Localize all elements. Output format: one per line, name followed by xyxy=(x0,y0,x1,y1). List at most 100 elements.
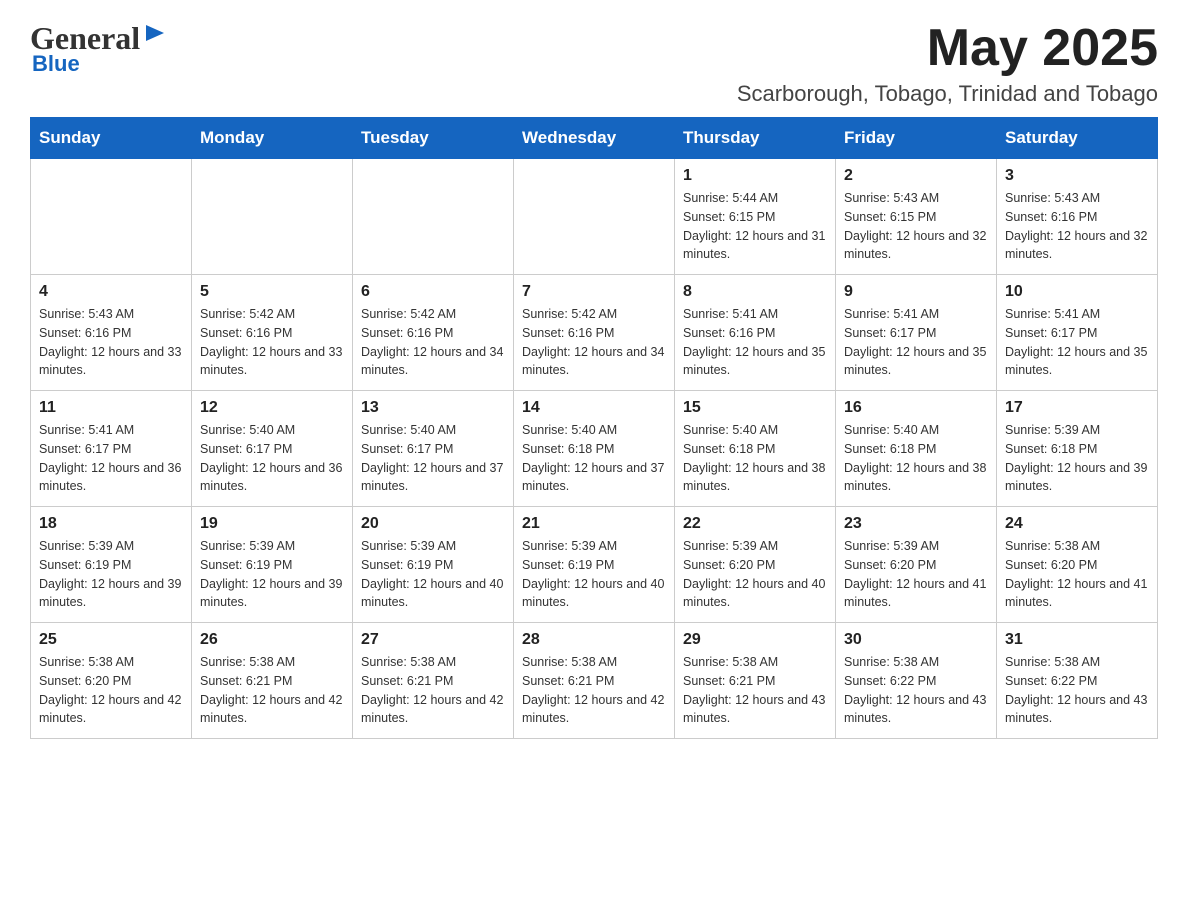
day-number: 30 xyxy=(844,631,988,649)
day-number: 6 xyxy=(361,283,505,301)
day-info: Sunrise: 5:39 AM Sunset: 6:19 PM Dayligh… xyxy=(200,537,344,612)
calendar-cell xyxy=(514,159,675,275)
day-number: 19 xyxy=(200,515,344,533)
day-number: 9 xyxy=(844,283,988,301)
calendar-cell: 16 Sunrise: 5:40 AM Sunset: 6:18 PM Dayli… xyxy=(836,391,997,507)
calendar-header: SundayMondayTuesdayWednesdayThursdayFrid… xyxy=(31,118,1158,159)
day-number: 25 xyxy=(39,631,183,649)
day-info: Sunrise: 5:38 AM Sunset: 6:20 PM Dayligh… xyxy=(39,653,183,728)
day-info: Sunrise: 5:40 AM Sunset: 6:17 PM Dayligh… xyxy=(361,421,505,496)
day-of-week-sunday: Sunday xyxy=(31,118,192,159)
calendar-cell: 1 Sunrise: 5:44 AM Sunset: 6:15 PM Daylig… xyxy=(675,159,836,275)
calendar-cell: 7Sunrise: 5:42 AM Sunset: 6:16 PM Daylig… xyxy=(514,275,675,391)
day-info: Sunrise: 5:38 AM Sunset: 6:21 PM Dayligh… xyxy=(522,653,666,728)
calendar-cell: 15 Sunrise: 5:40 AM Sunset: 6:18 PM Dayli… xyxy=(675,391,836,507)
calendar-week-row: 25 Sunrise: 5:38 AM Sunset: 6:20 PM Dayli… xyxy=(31,623,1158,739)
day-info: Sunrise: 5:43 AM Sunset: 6:16 PM Dayligh… xyxy=(39,305,183,380)
calendar-cell xyxy=(31,159,192,275)
calendar-cell: 9Sunrise: 5:41 AM Sunset: 6:17 PM Daylig… xyxy=(836,275,997,391)
day-number: 16 xyxy=(844,399,988,417)
day-info: Sunrise: 5:38 AM Sunset: 6:22 PM Dayligh… xyxy=(844,653,988,728)
calendar-cell: 29 Sunrise: 5:38 AM Sunset: 6:21 PM Dayli… xyxy=(675,623,836,739)
calendar-cell: 24 Sunrise: 5:38 AM Sunset: 6:20 PM Dayli… xyxy=(997,507,1158,623)
day-info: Sunrise: 5:38 AM Sunset: 6:21 PM Dayligh… xyxy=(683,653,827,728)
day-number: 3 xyxy=(1005,167,1149,185)
day-of-week-wednesday: Wednesday xyxy=(514,118,675,159)
calendar-cell: 23Sunrise: 5:39 AM Sunset: 6:20 PM Dayli… xyxy=(836,507,997,623)
day-info: Sunrise: 5:40 AM Sunset: 6:18 PM Dayligh… xyxy=(683,421,827,496)
logo-flag-icon xyxy=(144,23,166,54)
calendar-cell: 12 Sunrise: 5:40 AM Sunset: 6:17 PM Dayli… xyxy=(192,391,353,507)
day-info: Sunrise: 5:41 AM Sunset: 6:16 PM Dayligh… xyxy=(683,305,827,380)
calendar-cell: 3Sunrise: 5:43 AM Sunset: 6:16 PM Daylig… xyxy=(997,159,1158,275)
calendar-cell: 28 Sunrise: 5:38 AM Sunset: 6:21 PM Dayli… xyxy=(514,623,675,739)
day-info: Sunrise: 5:42 AM Sunset: 6:16 PM Dayligh… xyxy=(200,305,344,380)
day-number: 1 xyxy=(683,167,827,185)
calendar-cell: 21Sunrise: 5:39 AM Sunset: 6:19 PM Dayli… xyxy=(514,507,675,623)
days-of-week-row: SundayMondayTuesdayWednesdayThursdayFrid… xyxy=(31,118,1158,159)
day-info: Sunrise: 5:41 AM Sunset: 6:17 PM Dayligh… xyxy=(1005,305,1149,380)
day-number: 12 xyxy=(200,399,344,417)
calendar-cell: 4Sunrise: 5:43 AM Sunset: 6:16 PM Daylig… xyxy=(31,275,192,391)
calendar-cell: 30 Sunrise: 5:38 AM Sunset: 6:22 PM Dayli… xyxy=(836,623,997,739)
day-info: Sunrise: 5:38 AM Sunset: 6:21 PM Dayligh… xyxy=(200,653,344,728)
day-info: Sunrise: 5:39 AM Sunset: 6:19 PM Dayligh… xyxy=(522,537,666,612)
day-number: 8 xyxy=(683,283,827,301)
day-number: 18 xyxy=(39,515,183,533)
day-number: 27 xyxy=(361,631,505,649)
calendar-body: 1 Sunrise: 5:44 AM Sunset: 6:15 PM Daylig… xyxy=(31,159,1158,739)
day-info: Sunrise: 5:39 AM Sunset: 6:19 PM Dayligh… xyxy=(361,537,505,612)
day-info: Sunrise: 5:44 AM Sunset: 6:15 PM Dayligh… xyxy=(683,189,827,264)
calendar-cell: 6 Sunrise: 5:42 AM Sunset: 6:16 PM Daylig… xyxy=(353,275,514,391)
calendar-week-row: 18 Sunrise: 5:39 AM Sunset: 6:19 PM Dayli… xyxy=(31,507,1158,623)
day-number: 29 xyxy=(683,631,827,649)
day-info: Sunrise: 5:43 AM Sunset: 6:15 PM Dayligh… xyxy=(844,189,988,264)
day-info: Sunrise: 5:40 AM Sunset: 6:17 PM Dayligh… xyxy=(200,421,344,496)
calendar-cell: 20Sunrise: 5:39 AM Sunset: 6:19 PM Dayli… xyxy=(353,507,514,623)
day-of-week-friday: Friday xyxy=(836,118,997,159)
day-number: 5 xyxy=(200,283,344,301)
day-info: Sunrise: 5:38 AM Sunset: 6:21 PM Dayligh… xyxy=(361,653,505,728)
logo-blue-label: Blue xyxy=(32,51,80,77)
calendar-cell: 5 Sunrise: 5:42 AM Sunset: 6:16 PM Daylig… xyxy=(192,275,353,391)
calendar-cell: 19 Sunrise: 5:39 AM Sunset: 6:19 PM Dayli… xyxy=(192,507,353,623)
calendar-cell: 2Sunrise: 5:43 AM Sunset: 6:15 PM Daylig… xyxy=(836,159,997,275)
calendar-cell: 31Sunrise: 5:38 AM Sunset: 6:22 PM Dayli… xyxy=(997,623,1158,739)
calendar-week-row: 4Sunrise: 5:43 AM Sunset: 6:16 PM Daylig… xyxy=(31,275,1158,391)
day-number: 11 xyxy=(39,399,183,417)
day-of-week-monday: Monday xyxy=(192,118,353,159)
calendar-cell xyxy=(353,159,514,275)
day-info: Sunrise: 5:42 AM Sunset: 6:16 PM Dayligh… xyxy=(361,305,505,380)
day-info: Sunrise: 5:40 AM Sunset: 6:18 PM Dayligh… xyxy=(522,421,666,496)
day-info: Sunrise: 5:38 AM Sunset: 6:22 PM Dayligh… xyxy=(1005,653,1149,728)
calendar-cell xyxy=(192,159,353,275)
calendar-cell: 10 Sunrise: 5:41 AM Sunset: 6:17 PM Dayli… xyxy=(997,275,1158,391)
page-header: General Blue May 2025 Scarborough, Tobag… xyxy=(30,20,1158,107)
logo: General Blue xyxy=(30,20,166,77)
calendar-cell: 27 Sunrise: 5:38 AM Sunset: 6:21 PM Dayli… xyxy=(353,623,514,739)
day-number: 7 xyxy=(522,283,666,301)
day-info: Sunrise: 5:41 AM Sunset: 6:17 PM Dayligh… xyxy=(39,421,183,496)
day-info: Sunrise: 5:39 AM Sunset: 6:18 PM Dayligh… xyxy=(1005,421,1149,496)
day-number: 28 xyxy=(522,631,666,649)
day-number: 15 xyxy=(683,399,827,417)
calendar-cell: 8 Sunrise: 5:41 AM Sunset: 6:16 PM Daylig… xyxy=(675,275,836,391)
day-of-week-saturday: Saturday xyxy=(997,118,1158,159)
day-number: 26 xyxy=(200,631,344,649)
day-number: 23 xyxy=(844,515,988,533)
calendar-table: SundayMondayTuesdayWednesdayThursdayFrid… xyxy=(30,117,1158,739)
day-number: 24 xyxy=(1005,515,1149,533)
day-info: Sunrise: 5:40 AM Sunset: 6:18 PM Dayligh… xyxy=(844,421,988,496)
calendar-cell: 22Sunrise: 5:39 AM Sunset: 6:20 PM Dayli… xyxy=(675,507,836,623)
day-info: Sunrise: 5:38 AM Sunset: 6:20 PM Dayligh… xyxy=(1005,537,1149,612)
day-info: Sunrise: 5:39 AM Sunset: 6:19 PM Dayligh… xyxy=(39,537,183,612)
location-subtitle: Scarborough, Tobago, Trinidad and Tobago xyxy=(737,81,1158,107)
day-number: 13 xyxy=(361,399,505,417)
title-block: May 2025 Scarborough, Tobago, Trinidad a… xyxy=(737,20,1158,107)
day-number: 22 xyxy=(683,515,827,533)
day-number: 10 xyxy=(1005,283,1149,301)
calendar-cell: 25 Sunrise: 5:38 AM Sunset: 6:20 PM Dayli… xyxy=(31,623,192,739)
day-number: 14 xyxy=(522,399,666,417)
calendar-cell: 26 Sunrise: 5:38 AM Sunset: 6:21 PM Dayli… xyxy=(192,623,353,739)
day-of-week-tuesday: Tuesday xyxy=(353,118,514,159)
